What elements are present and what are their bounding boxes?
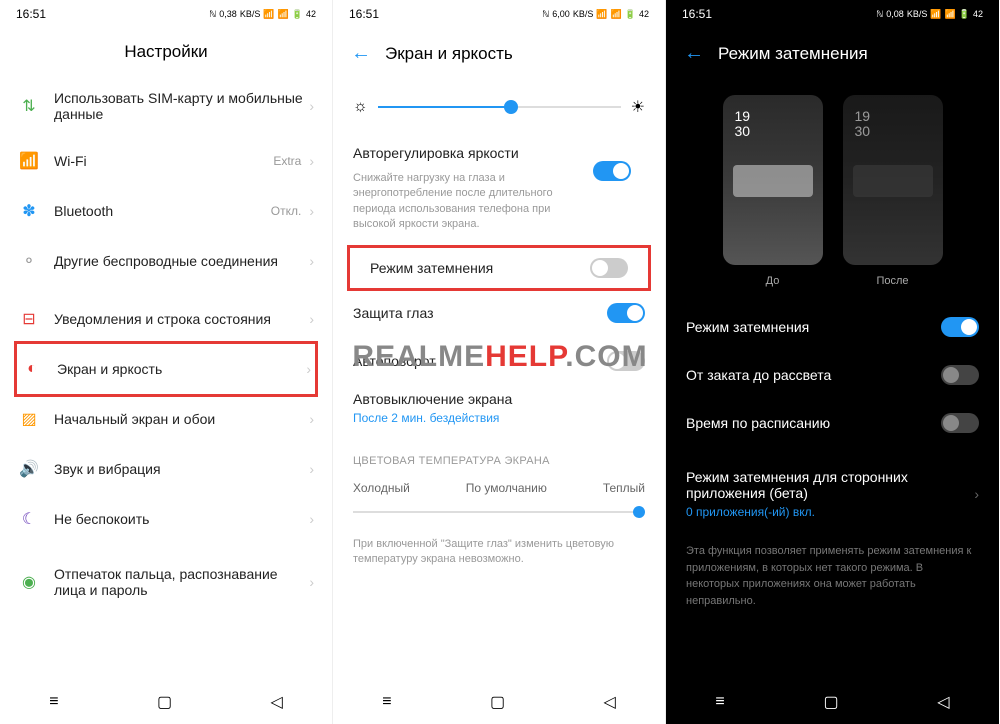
back-arrow-icon[interactable]: ← bbox=[684, 42, 704, 65]
row-bluetooth[interactable]: ✽ Bluetooth Откл. › bbox=[0, 186, 332, 236]
chevron-icon: › bbox=[309, 203, 314, 219]
chevron-icon: › bbox=[309, 311, 314, 327]
footer-note: При включенной "Защите глаз" изменить цв… bbox=[333, 523, 665, 582]
page-title: Экран и яркость bbox=[385, 44, 513, 64]
row-other-wireless[interactable]: ⚬ Другие беспроводные соединения › bbox=[0, 236, 332, 286]
nav-bar: ≡ ▢ ◁ bbox=[0, 680, 332, 724]
sun-low-icon: ☼ bbox=[353, 98, 368, 116]
moon-icon: ☾ bbox=[18, 508, 40, 530]
status-icons: ℕ0,38KB/S📶📶🔋42 bbox=[209, 9, 316, 20]
status-bar: 16:51 ℕ0,38KB/S📶📶🔋42 bbox=[0, 0, 332, 28]
row-eye-protection[interactable]: Защита глаз bbox=[333, 293, 665, 333]
fingerprint-icon: ◉ bbox=[18, 571, 40, 593]
preview-before: 1930 До bbox=[723, 95, 823, 287]
nav-bar: ≡ ▢ ◁ bbox=[666, 680, 999, 724]
chevron-icon: › bbox=[309, 98, 314, 114]
nav-bar: ≡ ▢ ◁ bbox=[333, 680, 665, 724]
nav-recent-icon[interactable]: ≡ bbox=[382, 693, 391, 711]
auto-brightness-toggle[interactable] bbox=[593, 161, 631, 181]
color-temp-slider[interactable] bbox=[353, 511, 645, 513]
status-time: 16:51 bbox=[349, 7, 379, 21]
row-dark-mode[interactable]: Режим затемнения bbox=[350, 248, 648, 288]
header: Настройки bbox=[0, 28, 332, 76]
preview-after: 1930 После bbox=[843, 95, 943, 287]
status-icons: ℕ0,08KB/S📶📶🔋42 bbox=[876, 9, 983, 20]
nav-recent-icon[interactable]: ≡ bbox=[49, 693, 58, 711]
chevron-icon: › bbox=[309, 153, 314, 169]
nav-home-icon[interactable]: ▢ bbox=[490, 692, 505, 712]
sun-high-icon: ☀ bbox=[631, 97, 645, 117]
status-bar: 16:51 ℕ6,00KB/S📶📶🔋42 bbox=[333, 0, 665, 28]
auto-off-value: После 2 мин. бездействия bbox=[333, 409, 665, 439]
status-bar: 16:51 ℕ0,08KB/S📶📶🔋42 bbox=[666, 0, 999, 28]
header: ← Режим затемнения bbox=[666, 28, 999, 79]
header: ← Экран и яркость bbox=[333, 28, 665, 79]
sim-icon: ⇅ bbox=[18, 95, 40, 117]
home-icon: ▨ bbox=[18, 408, 40, 430]
settings-screen: 16:51 ℕ0,38KB/S📶📶🔋42 Настройки ⇅ Использ… bbox=[0, 0, 333, 724]
dark-mode-toggle[interactable] bbox=[590, 258, 628, 278]
page-title: Настройки bbox=[124, 42, 207, 62]
row-auto-rotate[interactable]: Автоповорот bbox=[333, 341, 665, 381]
row-sound[interactable]: 🔊 Звук и вибрация › bbox=[0, 444, 332, 494]
sound-icon: 🔊 bbox=[18, 458, 40, 480]
row-wifi[interactable]: 📶 Wi-Fi Extra › bbox=[0, 136, 332, 186]
nav-home-icon[interactable]: ▢ bbox=[157, 692, 172, 712]
chevron-icon: › bbox=[306, 361, 311, 377]
nav-back-icon[interactable]: ◁ bbox=[270, 692, 282, 712]
row-home[interactable]: ▨ Начальный экран и обои › bbox=[0, 394, 332, 444]
status-time: 16:51 bbox=[682, 7, 712, 21]
nav-home-icon[interactable]: ▢ bbox=[823, 692, 838, 712]
row-screen-brightness[interactable]: ◐ Экран и яркость › bbox=[14, 341, 318, 397]
chevron-icon: › bbox=[309, 511, 314, 527]
row-notifications[interactable]: ⊟ Уведомления и строка состояния › bbox=[0, 294, 332, 344]
page-title: Режим затемнения bbox=[718, 44, 868, 64]
dark-mode-screen: 16:51 ℕ0,08KB/S📶📶🔋42 ← Режим затемнения … bbox=[666, 0, 999, 724]
chevron-icon: › bbox=[974, 486, 979, 502]
brightness-screen: 16:51 ℕ6,00KB/S📶📶🔋42 ← Экран и яркость ☼… bbox=[333, 0, 666, 724]
chevron-icon: › bbox=[309, 411, 314, 427]
notification-icon: ⊟ bbox=[18, 308, 40, 330]
preview-row: 1930 До 1930 После bbox=[666, 79, 999, 303]
chevron-icon: › bbox=[309, 461, 314, 477]
status-icons: ℕ6,00KB/S📶📶🔋42 bbox=[542, 9, 649, 20]
sunset-toggle[interactable] bbox=[941, 365, 979, 385]
nav-back-icon[interactable]: ◁ bbox=[937, 692, 949, 712]
row-sunset[interactable]: От заката до рассвета bbox=[666, 351, 999, 399]
color-temp-header: ЦВЕТОВАЯ ТЕМПЕРАТУРА ЭКРАНА bbox=[333, 439, 665, 475]
row-dnd[interactable]: ☾ Не беспокоить › bbox=[0, 494, 332, 544]
back-arrow-icon[interactable]: ← bbox=[351, 42, 371, 65]
chevron-icon: › bbox=[309, 253, 314, 269]
brightness-icon: ◐ bbox=[21, 358, 43, 380]
thirdparty-note: Эта функция позволяет применять режим за… bbox=[666, 533, 999, 619]
row-thirdparty[interactable]: Режим затемнения для сторонних приложени… bbox=[666, 455, 999, 533]
schedule-toggle[interactable] bbox=[941, 413, 979, 433]
dark-mode-toggle[interactable] bbox=[941, 317, 979, 337]
chevron-icon: › bbox=[309, 574, 314, 590]
nav-recent-icon[interactable]: ≡ bbox=[715, 693, 724, 711]
row-sim[interactable]: ⇅ Использовать SIM-карту и мобильные дан… bbox=[0, 76, 332, 136]
row-schedule[interactable]: Время по расписанию bbox=[666, 399, 999, 447]
brightness-slider-row: ☼ ☀ bbox=[333, 79, 665, 135]
row-fingerprint[interactable]: ◉ Отпечаток пальца, распознавание лица и… bbox=[0, 552, 332, 612]
eye-toggle[interactable] bbox=[607, 303, 645, 323]
auto-brightness-desc: Снижайте нагрузку на глаза и энергопотре… bbox=[333, 171, 593, 243]
rotate-toggle[interactable] bbox=[607, 351, 645, 371]
wifi-icon: 📶 bbox=[18, 150, 40, 172]
nav-back-icon[interactable]: ◁ bbox=[603, 692, 615, 712]
dark-mode-highlight: Режим затемнения bbox=[347, 245, 651, 291]
row-auto-off[interactable]: Автовыключение экрана bbox=[333, 381, 665, 409]
bluetooth-icon: ✽ bbox=[18, 200, 40, 222]
brightness-slider[interactable] bbox=[378, 106, 621, 108]
status-time: 16:51 bbox=[16, 7, 46, 21]
share-icon: ⚬ bbox=[18, 250, 40, 272]
row-dark-mode-enable[interactable]: Режим затемнения bbox=[666, 303, 999, 351]
color-temp-labels: Холодный По умолчанию Теплый bbox=[333, 475, 665, 501]
